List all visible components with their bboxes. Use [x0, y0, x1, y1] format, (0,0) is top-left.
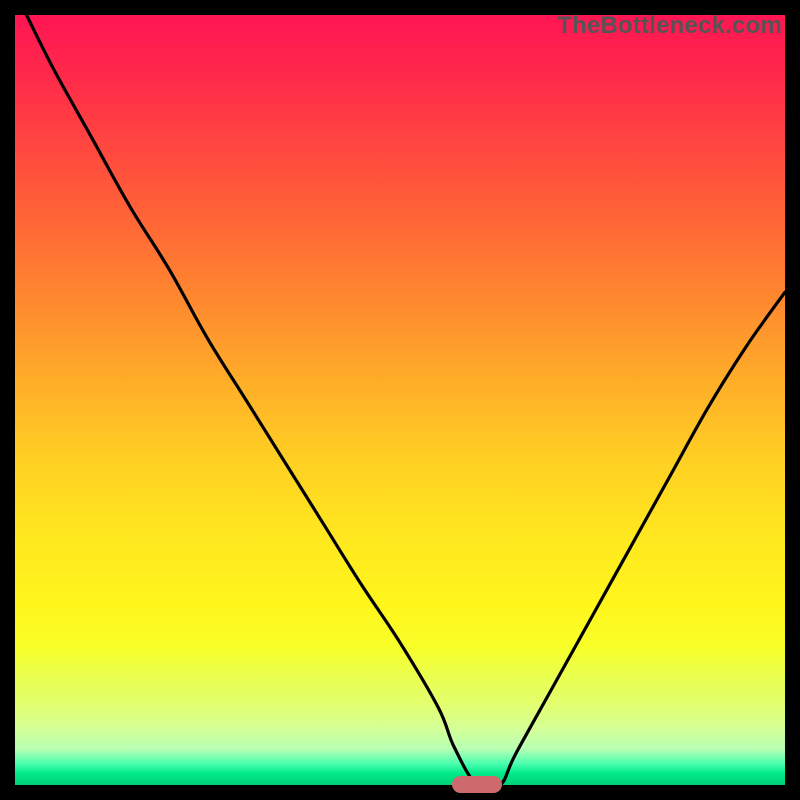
bottleneck-curve: [15, 15, 785, 785]
minimum-marker: [452, 776, 502, 793]
chart-container: TheBottleneck.com: [0, 0, 800, 800]
watermark-text: TheBottleneck.com: [557, 12, 782, 40]
plot-area: [15, 15, 785, 785]
